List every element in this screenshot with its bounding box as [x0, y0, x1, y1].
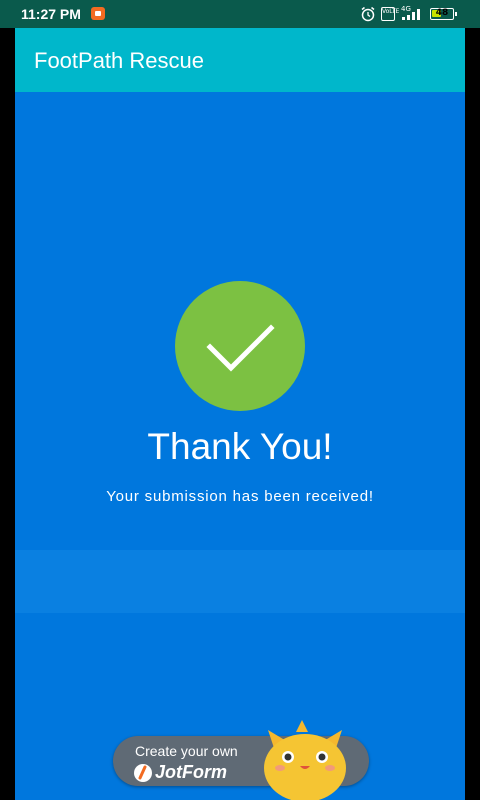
volte-icon: VoLTE	[381, 7, 399, 21]
battery-icon: 48	[430, 8, 457, 20]
jotform-cat-mascot-icon	[264, 720, 346, 800]
app-bar: FootPath Rescue	[15, 28, 465, 92]
submission-message: Your submission has been received!	[106, 488, 374, 505]
badge-caption: Create your own	[135, 743, 238, 759]
success-check-icon	[175, 281, 305, 411]
alarm-icon	[361, 6, 375, 22]
status-bar: 11:27 PM VoLTE 4G 48	[0, 0, 480, 28]
status-time: 11:27 PM	[21, 6, 81, 22]
jotform-logo-icon	[134, 764, 152, 782]
decorative-band	[15, 550, 465, 613]
signal-icon	[402, 9, 420, 20]
battery-percent: 48	[435, 8, 449, 18]
checkmark-icon	[206, 324, 275, 372]
jotform-brand: JotForm	[155, 762, 227, 782]
confirmation-page: Thank You! Your submission has been rece…	[15, 92, 465, 800]
screen-edge-left	[0, 28, 15, 800]
screen-record-icon	[91, 7, 105, 20]
thank-you-title: Thank You!	[147, 426, 333, 467]
screen-edge-right	[465, 28, 480, 800]
app-title: FootPath Rescue	[34, 48, 204, 73]
